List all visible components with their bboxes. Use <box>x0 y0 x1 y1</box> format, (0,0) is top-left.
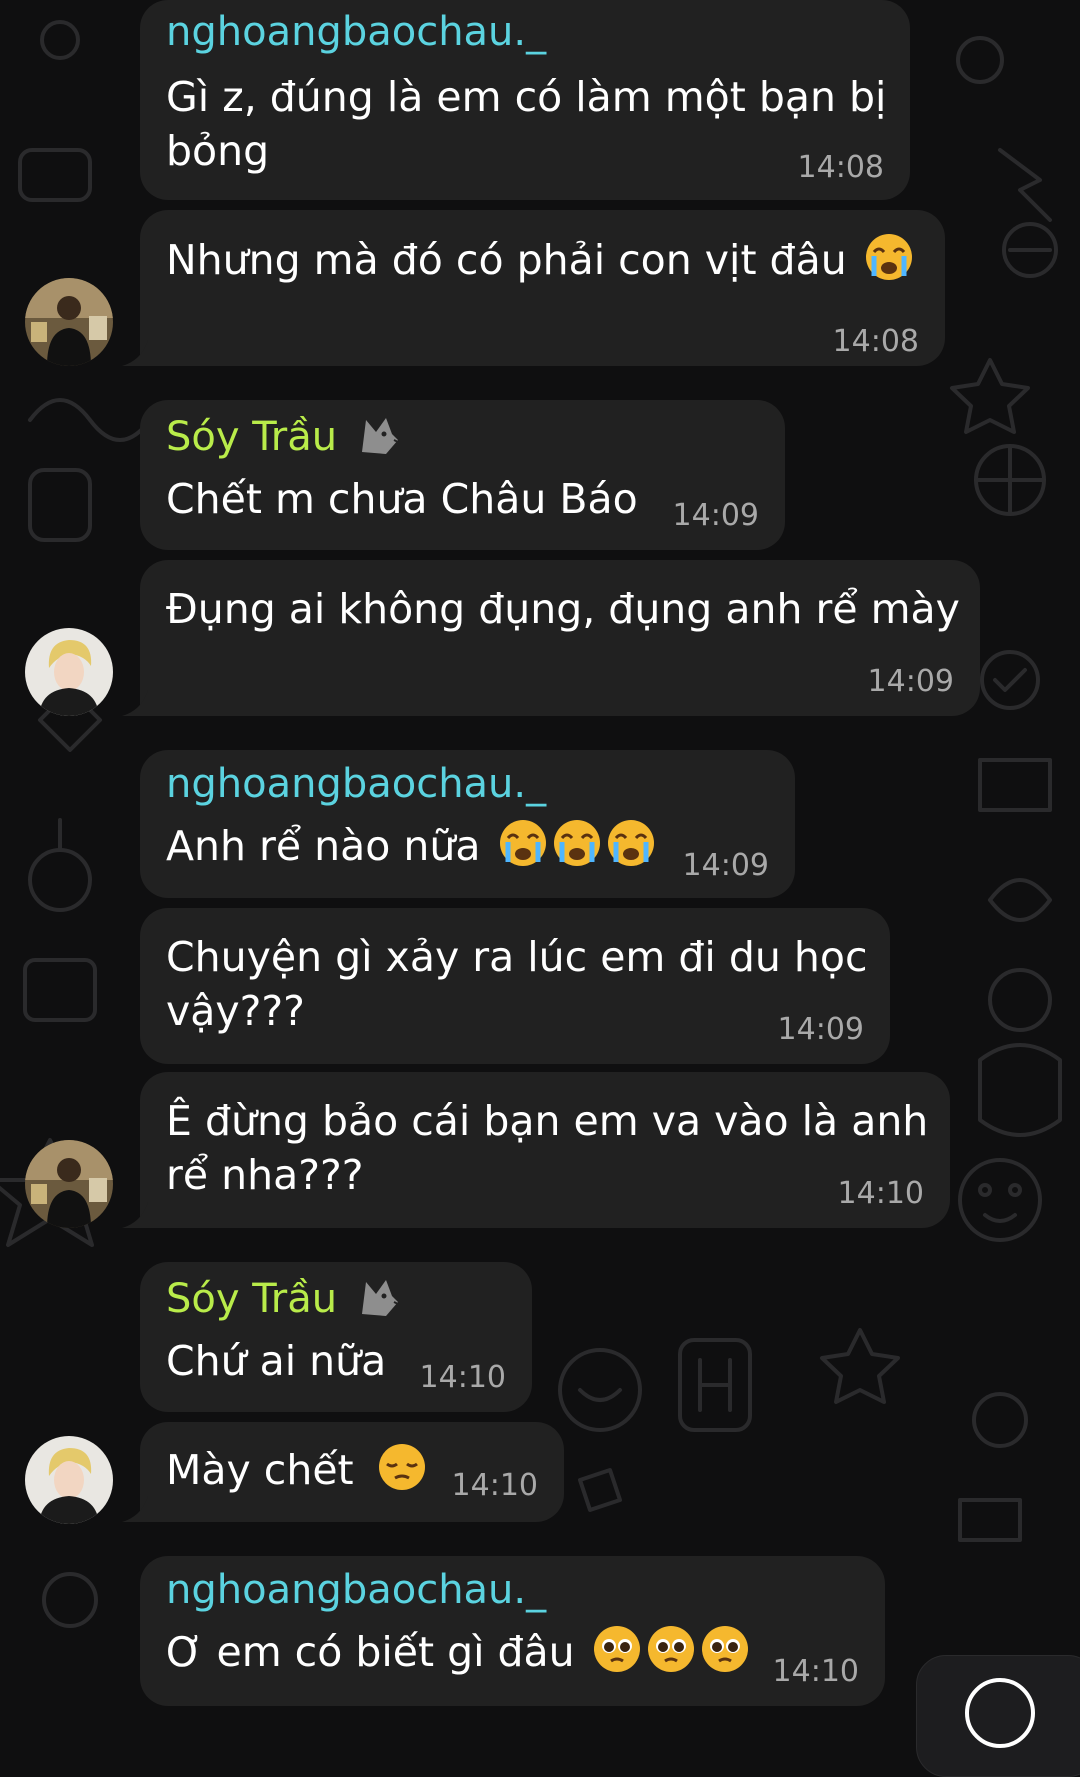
message-text: Anh rể nào nữa <box>166 818 656 873</box>
sender-name[interactable]: nghoangbaochau._ <box>166 1568 546 1612</box>
bubble-tail <box>122 690 148 716</box>
chevron-down-icon <box>965 1678 1035 1748</box>
crying-face-icon <box>865 234 912 280</box>
message-bubble[interactable]: Sóy Trầu Chết m chưa Châu Báo 14:09 <box>140 400 785 550</box>
message-time: 14:10 <box>419 1360 506 1395</box>
message-time: 14:09 <box>682 848 769 883</box>
message-bubble[interactable]: nghoangbaochau._ Gì z, đúng là em có làm… <box>140 0 910 200</box>
message-bubble[interactable]: Ê đừng bảo cái bạn em va vào là anh rể n… <box>122 1072 950 1228</box>
message-bubble[interactable]: Sóy Trầu Chứ ai nữa 14:10 <box>140 1262 532 1412</box>
message-time: 14:10 <box>451 1468 538 1503</box>
message-time: 14:09 <box>867 664 954 699</box>
pleading-face-icon <box>647 1626 694 1672</box>
crying-face-icon <box>499 820 546 866</box>
crying-face-icon <box>553 820 600 866</box>
message-text: Nhưng mà đó có phải con vịt đâu <box>166 232 914 287</box>
bubble-tail <box>122 1202 148 1228</box>
message-text: Mày chết <box>166 1442 427 1497</box>
avatar[interactable] <box>25 278 113 366</box>
sender-name[interactable]: Sóy Trầu <box>166 412 402 459</box>
message-text: Chuyện gì xảy ra lúc em đi du học vậy??? <box>166 933 868 1035</box>
message-text: Ê đừng bảo cái bạn em va vào là anh rể n… <box>166 1097 929 1199</box>
wolf-icon <box>361 1280 399 1316</box>
sender-name[interactable]: Sóy Trầu <box>166 1274 402 1321</box>
message-text: Ơ em có biết gì đâu <box>166 1624 750 1679</box>
pensive-face-icon <box>378 1444 425 1490</box>
message-time: 14:09 <box>777 1012 864 1047</box>
bubble-tail <box>122 1496 148 1522</box>
avatar[interactable] <box>25 1140 113 1228</box>
message-text: Đụng ai không đụng, đụng anh rể mày <box>166 585 960 633</box>
message-time: 14:08 <box>832 324 919 359</box>
message-text: Chết m chưa Châu Báo <box>166 475 638 523</box>
sender-name[interactable]: nghoangbaochau._ <box>166 762 546 806</box>
crying-face-icon <box>607 820 654 866</box>
message-bubble[interactable]: nghoangbaochau._ Anh rể nào nữa 14:09 <box>140 750 795 898</box>
pleading-face-icon <box>593 1626 640 1672</box>
message-time: 14:10 <box>772 1654 859 1689</box>
pleading-face-icon <box>701 1626 748 1672</box>
scroll-to-bottom-button[interactable] <box>916 1655 1080 1777</box>
message-text: Gì z, đúng là em có làm một bạn bị bỏng <box>166 73 887 175</box>
message-time: 14:10 <box>837 1176 924 1211</box>
message-bubble[interactable]: Chuyện gì xảy ra lúc em đi du học vậy???… <box>140 908 890 1064</box>
bubble-tail <box>122 340 148 366</box>
message-bubble[interactable]: Nhưng mà đó có phải con vịt đâu 14:08 <box>122 210 945 366</box>
message-text: Chứ ai nữa <box>166 1337 387 1385</box>
avatar[interactable] <box>25 1436 113 1524</box>
chat-message-list[interactable]: nghoangbaochau._ Gì z, đúng là em có làm… <box>0 0 1080 1777</box>
sender-name[interactable]: nghoangbaochau._ <box>166 10 546 54</box>
message-bubble[interactable]: Đụng ai không đụng, đụng anh rể mày 14:0… <box>122 560 980 716</box>
message-time: 14:08 <box>797 150 884 185</box>
message-time: 14:09 <box>672 498 759 533</box>
message-bubble[interactable]: nghoangbaochau._ Ơ em có biết gì đâu 14:… <box>140 1556 885 1706</box>
message-bubble[interactable]: Mày chết 14:10 <box>122 1422 564 1522</box>
wolf-icon <box>361 418 399 454</box>
avatar[interactable] <box>25 628 113 716</box>
